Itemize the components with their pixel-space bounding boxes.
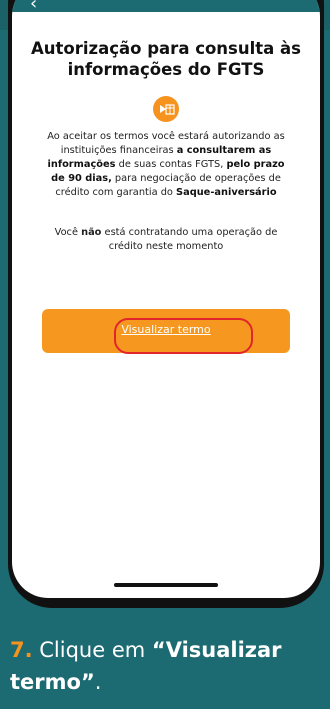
fgts-consult-icon [153,96,179,122]
credit-note: Você não está contratando uma operação d… [54,227,278,252]
phone-screen: ‹ Autorização para consulta às informaçõ… [12,0,320,598]
highlight-outline [114,318,253,354]
home-indicator [114,583,218,587]
terms-description: Ao aceitar os termos você estará autoriz… [47,131,285,198]
back-icon[interactable]: ‹ [30,0,37,13]
top-bar: ‹ [12,0,320,13]
instruction-caption: 7. Clique em “Visualizar termo”. [10,638,282,694]
page-title: Autorização para consulta às informações… [30,39,302,79]
